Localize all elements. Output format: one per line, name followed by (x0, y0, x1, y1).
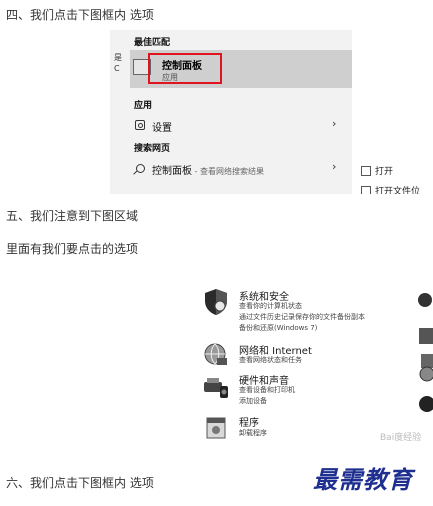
step5-note: 里面有我们要点击的选项 (6, 242, 139, 256)
best-match-header: 最佳匹配 (134, 38, 171, 48)
chevron-right-icon[interactable]: › (332, 160, 336, 173)
globe-icon (204, 343, 227, 365)
category-link[interactable]: 通过文件历史记录保存你的文件备份副本 (239, 312, 365, 322)
category-link[interactable]: 查看你的计算机状态 (239, 301, 302, 311)
programs-icon (206, 417, 226, 439)
left-edge-fragment: 是 (114, 53, 122, 62)
open-icon (361, 166, 371, 176)
web-search-item[interactable]: 控制面板 - 查看网络搜索结果 (152, 162, 264, 177)
category-link[interactable]: 查看设备和打印机 (239, 385, 295, 395)
left-edge-fragment: C (114, 64, 120, 73)
folder-icon (361, 186, 371, 194)
web-search-header: 搜索网页 (134, 144, 171, 154)
open-location-action[interactable]: 打开文件位 (375, 184, 420, 194)
step5-caption: 五、我们注意到下图区域 (6, 209, 139, 223)
category-title-programs[interactable]: 程序 (239, 414, 259, 429)
watermark-text: Bai度经验 (380, 433, 422, 443)
search-icon (136, 164, 145, 173)
category-link[interactable]: 添加设备 (239, 396, 267, 406)
step4-caption: 四、我们点击下图框内 选项 (6, 8, 154, 22)
logo: 最需教育 (313, 465, 413, 494)
settings-item[interactable]: 设置 (152, 119, 172, 134)
best-match-subtitle: 应用 (162, 73, 178, 82)
gear-icon (135, 120, 145, 130)
partial-icons-right (418, 293, 433, 412)
web-search-suffix: - 查看网络搜索结果 (192, 167, 264, 176)
search-screenshot: 是 C 最佳匹配 控制面板 应用 应用 设置 › 搜索网页 控制面板 - 查看网… (110, 30, 433, 194)
open-action[interactable]: 打开 (375, 164, 393, 177)
web-search-query: 控制面板 (152, 166, 192, 177)
best-match-title: 控制面板 (162, 61, 202, 72)
shield-icon (205, 289, 227, 315)
category-link[interactable]: 卸载程序 (239, 428, 267, 438)
category-link[interactable]: 查看网络状态和任务 (239, 355, 302, 365)
control-panel-screenshot: 系统和安全 查看你的计算机状态 通过文件历史记录保存你的文件备份副本 备份和还原… (195, 282, 433, 452)
chevron-right-icon[interactable]: › (332, 117, 336, 130)
category-link[interactable]: 备份和还原(Windows 7) (239, 323, 317, 333)
printer-speaker-icon (204, 378, 228, 398)
step6-caption: 六、我们点击下图框内 选项 (6, 476, 154, 490)
apps-header: 应用 (134, 101, 153, 111)
